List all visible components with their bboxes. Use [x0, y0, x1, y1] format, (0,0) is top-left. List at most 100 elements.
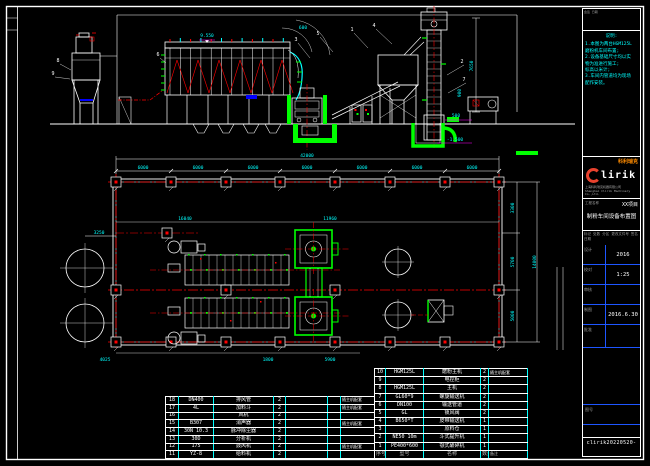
drawing-title: 制粉车间设备布置图	[583, 212, 640, 220]
note-line: 2.设备基础尺寸均以实	[585, 55, 638, 61]
bom-cell-no: 2	[375, 434, 386, 442]
brand-cn: 科利瑞克	[618, 158, 638, 165]
cyclone-dust-collector	[72, 33, 117, 124]
bom-cell-name: 锁风阀	[424, 409, 481, 417]
bom-cell-model	[179, 412, 214, 420]
bom-cell-qty: 2	[481, 369, 489, 377]
blank-cell-2	[583, 425, 640, 438]
bom-cell-remark	[341, 435, 375, 443]
bom-cell-qty: 2	[274, 397, 286, 405]
dim-label: 600	[299, 25, 307, 31]
bom-cell-remark: 随主机配套	[341, 397, 375, 405]
bom-cell-no: 14	[166, 428, 179, 436]
bom-cell-qty: 2	[274, 412, 286, 420]
dim-label: 3300	[510, 202, 516, 213]
bom-cell-qty: 2	[274, 428, 286, 436]
grid-marker	[330, 337, 340, 351]
bom-cell-empty	[328, 404, 341, 412]
dim-label: 11960	[323, 216, 337, 222]
bom-table-right: 10HGM125L磨粉主机2随主机配套9电控柜28HGM125L主机27GL60…	[374, 368, 528, 459]
grid-marker	[385, 177, 395, 191]
bom-cell-remark	[489, 401, 528, 409]
bom-cell-name: 分析机	[214, 435, 274, 443]
plan-mills	[285, 222, 350, 343]
bom-cell-name: 加料斗	[214, 404, 274, 412]
grid-marker	[440, 177, 450, 191]
bom-cell-remark	[489, 418, 528, 426]
project-name: XX项目	[622, 201, 638, 208]
balloon-number: 4	[372, 23, 375, 29]
bucket-elevator	[413, 6, 459, 148]
bom-cell-qty: 数量	[481, 450, 489, 458]
bom-cell-no: 6	[375, 401, 386, 409]
grid-marker	[275, 337, 285, 351]
bom-cell-qty: 2	[274, 420, 286, 428]
bom-cell-qty: 2	[481, 409, 489, 417]
dim-label: 14000	[532, 255, 538, 269]
bom-cell-remark: 随主机配套	[341, 443, 375, 451]
titleblock-row: 设计2016	[583, 245, 640, 265]
dim-label: 500	[452, 113, 460, 119]
grid-marker	[111, 177, 121, 191]
dim-label: 6000	[357, 165, 368, 171]
bom-cell-empty	[286, 412, 328, 420]
bom-cell-empty	[328, 443, 341, 451]
grid-marker	[111, 337, 121, 351]
dim-label: 6000	[138, 165, 149, 171]
grid-marker	[385, 337, 395, 351]
titleblock-value: 2016.6.30	[606, 305, 640, 324]
grid-marker	[330, 177, 340, 191]
dim-label: 900	[457, 89, 463, 97]
bom-cell-model: DN400	[179, 397, 214, 405]
bom-cell-no: 序号	[375, 450, 386, 458]
dim-label: 6000	[302, 165, 313, 171]
watermark: clirik20220520-USA	[583, 438, 640, 449]
plan-cyclones	[382, 246, 414, 331]
bom-cell-remark	[489, 442, 528, 450]
project-block: 工程名称 XX项目 制粉车间设备布置图	[583, 198, 640, 230]
titleblock-value: 2016	[606, 245, 640, 264]
bom-cell-name: 斗式提升机	[424, 434, 481, 442]
bom-cell-remark	[489, 409, 528, 417]
plan-elevator	[411, 300, 453, 322]
bom-cell-empty	[286, 404, 328, 412]
bom-cell-qty: 2	[274, 404, 286, 412]
bom-cell-model: B650*T	[386, 418, 424, 426]
bom-cell-no: 7	[375, 393, 386, 401]
grid-marker	[166, 177, 176, 191]
balloon-number: 6	[156, 52, 159, 58]
bom-cell-no: 1	[375, 442, 386, 450]
bom-cell-qty: 1	[481, 434, 489, 442]
bom-cell-no: 18	[166, 397, 179, 405]
bom-cell-no: 10	[375, 369, 386, 377]
bom-cell-no: 17	[166, 404, 179, 412]
titleblock-value	[606, 285, 640, 304]
note-line: 配作安装。	[585, 81, 638, 87]
bom-cell-model: YZ-8	[179, 451, 214, 459]
dim-label: 6000	[193, 165, 204, 171]
bom-cell-name: 输送管道	[424, 401, 481, 409]
bom-cell-remark	[341, 412, 375, 420]
titleblock-label: 设计	[583, 245, 606, 264]
revision-header: 标记 处数 分区 更改文件号 签名 日期	[583, 230, 640, 245]
titleblock-value	[606, 325, 640, 347]
bom-cell-qty: 1	[481, 426, 489, 434]
titleblock-row: 审核	[583, 285, 640, 305]
bom-cell-name: 原料仓	[424, 426, 481, 434]
bom-cell-empty	[328, 435, 341, 443]
dim-label: 6000	[467, 165, 478, 171]
bom-cell-model: GL60*9	[386, 393, 424, 401]
titleblock-row: 制图2016.6.30	[583, 305, 640, 325]
plan-fans	[168, 241, 205, 344]
bom-cell-empty	[286, 420, 328, 428]
baghouse-filter	[161, 20, 330, 133]
bom-cell-model: B307	[179, 420, 214, 428]
logo-block: 科利瑞克 lirik 上海科利瑞克机器有限公司 Shanghai Clirik …	[583, 156, 640, 198]
bom-cell-name: 脉冲除尘器	[214, 428, 274, 436]
bom-cell-remark	[489, 393, 528, 401]
bom-cell-no: 5	[375, 409, 386, 417]
bom-cell-empty	[286, 435, 328, 443]
dim-label: 5000	[510, 310, 516, 321]
dim-label: 6000	[412, 165, 423, 171]
bom-cell-remark: 随主机配套	[341, 420, 375, 428]
